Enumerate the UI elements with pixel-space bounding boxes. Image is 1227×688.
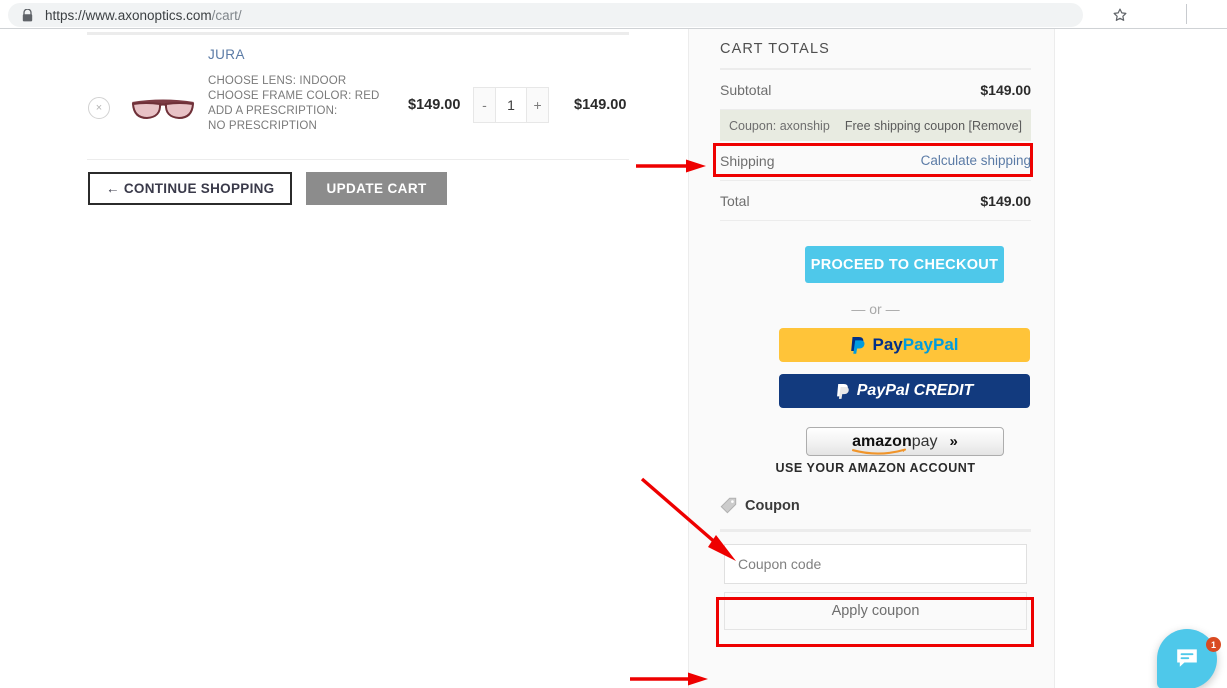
cart-actions: ← CONTINUE SHOPPING UPDATE CART [88,172,447,205]
chevron-right-icon: » [949,433,958,450]
coupon-code-input[interactable]: Coupon code [724,544,1027,584]
paypal-wordmark-pay: Pay [872,335,903,354]
bookmark-star-icon[interactable] [1108,3,1132,27]
quantity-increment-button[interactable]: + [526,87,549,123]
close-icon: × [95,102,103,114]
product-info: JURA CHOOSE LENS: INDOOR CHOOSE FRAME CO… [208,47,428,134]
toolbar-divider [1186,4,1187,24]
page-viewport: × JURA CHOOSE LENS: INDOOR CHOOSE FRAME … [0,29,1227,688]
cart-line-item: × JURA CHOOSE LENS: INDOOR CHOOSE FRAME … [87,47,632,157]
paypal-logo-icon [851,336,865,354]
cart-totals-heading: CART TOTALS [720,41,830,57]
paypal-wordmark-pal: PayPal [902,335,959,354]
row-divider [720,220,1031,221]
shipping-row: Shipping Calculate shipping [720,141,1031,180]
lock-icon [22,8,33,21]
coupon-heading-label: Coupon [745,497,800,514]
product-attribute: CHOOSE FRAME COLOR: RED [208,90,380,102]
shipping-label: Shipping [720,152,775,169]
product-attribute: CHOOSE LENS: INDOOR [208,75,347,87]
total-label: Total [720,192,750,209]
chat-unread-badge: 1 [1206,637,1221,652]
paypal-credit-logo-icon [836,383,849,399]
applied-coupon-value[interactable]: Free shipping coupon [Remove] [845,119,1022,133]
coupon-code-placeholder: Coupon code [738,556,822,572]
paypal-button[interactable]: PayPayPal [779,328,1030,362]
quantity-input[interactable]: 1 [495,87,527,123]
product-attribute: NO PRESCRIPTION [208,120,317,132]
browser-chrome: https://www.axonoptics.com/cart/ [0,0,1227,29]
cart-totals-panel: CART TOTALS Subtotal $149.00 Coupon: axo… [688,29,1055,688]
product-title[interactable]: JURA [208,47,428,62]
continue-shopping-button[interactable]: ← CONTINUE SHOPPING [88,172,293,205]
line-item-total: $149.00 [574,97,627,113]
calculate-shipping-link[interactable]: Calculate shipping [921,153,1031,168]
amazon-smile-icon [852,448,907,455]
proceed-to-checkout-button[interactable]: PROCEED TO CHECKOUT [805,246,1004,283]
cart-items-divider [87,159,629,160]
total-value: $149.00 [980,192,1031,209]
cart-totals-content: CART TOTALS Subtotal $149.00 Coupon: axo… [720,29,1031,630]
or-separator: — or — [851,301,900,317]
product-attributes: CHOOSE LENS: INDOOR CHOOSE FRAME COLOR: … [208,74,428,134]
amazon-pay-wordmark: pay [911,432,938,450]
applied-coupon-label: Coupon: axonship [729,118,830,133]
applied-coupon-row: Coupon: axonship Free shipping coupon [R… [720,110,1031,141]
update-cart-button[interactable]: UPDATE CART [306,172,447,205]
address-bar[interactable]: https://www.axonoptics.com/cart/ [8,3,1083,27]
quantity-stepper[interactable]: - 1 + [473,87,549,123]
coupon-section-heading: Coupon [720,497,800,514]
paypal-credit-wordmark: PayPal CREDIT [856,382,974,399]
product-thumbnail[interactable] [129,93,197,125]
paypal-credit-button[interactable]: PayPal CREDIT [779,374,1030,408]
amazon-pay-caption: USE YOUR AMAZON ACCOUNT [775,461,976,475]
apply-coupon-button[interactable]: Apply coupon [724,592,1027,630]
quantity-decrement-button[interactable]: - [473,87,496,123]
url-text: https://www.axonoptics.com/cart/ [45,7,242,23]
amazon-pay-button[interactable]: amazonpay » [806,427,1004,456]
product-attribute: ADD A PRESCRIPTION: [208,105,338,117]
unit-price: $149.00 [408,97,461,113]
price-tag-icon [720,497,737,514]
content-top-divider [87,32,629,35]
browser-window: https://www.axonoptics.com/cart/ × JURA … [0,0,1227,688]
chat-bubble-icon [1177,649,1197,667]
total-row: Total $149.00 [720,181,1031,220]
coupon-section-divider [720,529,1031,532]
subtotal-row: Subtotal $149.00 [720,70,1031,109]
remove-item-button[interactable]: × [88,97,110,119]
subtotal-value: $149.00 [980,81,1031,98]
subtotal-label: Subtotal [720,81,772,98]
